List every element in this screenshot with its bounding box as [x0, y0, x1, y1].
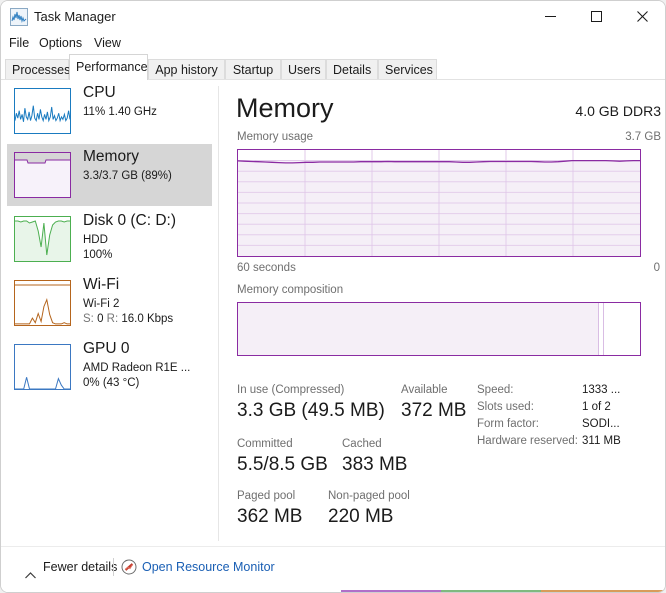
stat-value-committed: 5.5/8.5 GB [237, 454, 328, 475]
info-label-hardware-reserved: Hardware reserved: [477, 435, 578, 447]
memory-usage-chart [237, 149, 641, 257]
gpu-0-sparkline-icon [14, 344, 71, 390]
sidebar-item-detail: 3.3/3.7 GB (89%) [83, 170, 172, 182]
memory-usage-caption: Memory usage [237, 131, 314, 143]
sidebar-item-detail: S: 0 R: 16.0 Kbps [83, 313, 174, 325]
cpu-sparkline-icon [14, 88, 71, 134]
close-button[interactable] [619, 1, 665, 32]
disk-0-sparkline-icon [14, 216, 71, 262]
tab-strip: Processes Performance App history Startup Us… [1, 54, 665, 80]
page-title: Memory [236, 93, 334, 123]
composition-divider-a [597, 303, 599, 355]
sidebar-item-title: Memory [83, 148, 139, 165]
stat-value-in-use-compressed: 3.3 GB (49.5 MB) [237, 400, 385, 421]
composition-in-use-segment [238, 303, 598, 355]
tab-performance[interactable]: Performance [69, 54, 148, 80]
stat-value-available: 372 MB [401, 400, 467, 421]
resource-monitor-icon [121, 559, 137, 575]
memory-usage-max: 3.7 GB [625, 131, 661, 143]
tab-startup[interactable]: Startup [225, 59, 281, 80]
sidebar-item-title: GPU 0 [83, 340, 130, 357]
tab-services[interactable]: Services [378, 59, 437, 80]
stat-value-non-paged-pool: 220 MB [328, 506, 394, 527]
maximize-button[interactable] [573, 1, 619, 32]
stat-label-available: Available [401, 384, 448, 396]
accent-memory [341, 590, 441, 592]
info-value-speed: 1333 ... [582, 384, 621, 396]
sidebar-item-gpu-0[interactable]: GPU 0 AMD Radeon R1E ... 0% (43 °C) [7, 336, 212, 398]
title-bar: Task Manager [1, 1, 665, 33]
stat-value-paged-pool: 362 MB [237, 506, 303, 527]
axis-label-left: 60 seconds [237, 262, 296, 274]
stat-label-in-use-compressed: In use (Compressed) [237, 384, 345, 396]
memory-panel: Memory 4.0 GB DDR3 Memory usage 3.7 GB 6… [227, 87, 663, 542]
sidebar-item-detail: HDD [83, 234, 108, 246]
sidebar-item-disk-0[interactable]: Disk 0 (C: D:) HDD 100% [7, 208, 212, 270]
stat-value-cached: 383 MB [342, 454, 408, 475]
sidebar-item-title: Wi-Fi [83, 276, 120, 293]
minimize-button[interactable] [527, 1, 573, 32]
accent-disk [441, 590, 541, 592]
sidebar-item-detail: 0% (43 °C) [83, 377, 140, 389]
menu-item-file[interactable]: File [9, 33, 29, 53]
info-value-hardware-reserved: 311 MB [582, 435, 621, 447]
memory-sparkline-icon [14, 152, 71, 198]
open-resource-monitor-link[interactable]: Open Resource Monitor [142, 560, 275, 574]
axis-label-right: 0 [653, 262, 660, 274]
sidebar-item-cpu[interactable]: CPU 11% 1.40 GHz [7, 80, 212, 142]
info-label-form-factor: Form factor: [477, 418, 539, 430]
sidebar-item-detail: 100% [83, 249, 113, 261]
sidebar-item-detail: AMD Radeon R1E ... [83, 362, 191, 374]
tab-processes[interactable]: Processes [5, 59, 70, 80]
status-bar: Fewer details Open Resource Monitor [1, 546, 665, 592]
memory-hardware-summary: 4.0 GB DDR3 [575, 103, 661, 119]
menu-bar: File Options View [1, 33, 665, 53]
window-title: Task Manager [34, 9, 116, 24]
tab-app-history[interactable]: App history [148, 59, 225, 80]
info-value-form-factor: SODI... [582, 418, 620, 430]
memory-composition-bar [237, 302, 641, 356]
tab-users[interactable]: Users [281, 59, 326, 80]
info-value-slots-used: 1 of 2 [582, 401, 611, 413]
stat-label-paged-pool: Paged pool [237, 490, 296, 502]
composition-divider-b [602, 303, 604, 355]
status-divider [113, 558, 114, 576]
stat-label-committed: Committed [237, 438, 293, 450]
sidebar-item-wifi[interactable]: Wi-Fi Wi-Fi 2 S: 0 R: 16.0 Kbps [7, 272, 212, 334]
stat-label-non-paged-pool: Non-paged pool [328, 490, 410, 502]
chevron-up-icon[interactable] [25, 566, 36, 579]
info-label-speed: Speed: [477, 384, 514, 396]
menu-item-view[interactable]: View [94, 33, 121, 53]
accent-wifi [541, 590, 665, 592]
sidebar-item-title: CPU [83, 84, 116, 101]
sidebar-item-detail: Wi-Fi 2 [83, 298, 120, 310]
sidebar-divider [218, 86, 219, 541]
sidebar-item-detail: 11% 1.40 GHz [83, 106, 157, 118]
accent-left [1, 590, 341, 592]
task-manager-icon [10, 8, 28, 26]
stat-label-cached: Cached [342, 438, 382, 450]
sidebar-item-memory[interactable]: Memory 3.3/3.7 GB (89%) [7, 144, 212, 206]
task-manager-window: Task Manager File Options View Processes Pe… [0, 0, 666, 593]
menu-item-options[interactable]: Options [39, 33, 82, 53]
fewer-details-button[interactable]: Fewer details [43, 560, 117, 574]
sidebar-item-title: Disk 0 (C: D:) [83, 212, 176, 229]
resource-sidebar: CPU 11% 1.40 GHz Memory 3.3/3.7 GB (89%) Dis… [1, 80, 219, 548]
tab-details[interactable]: Details [326, 59, 378, 80]
memory-composition-caption: Memory composition [237, 284, 344, 296]
info-label-slots-used: Slots used: [477, 401, 534, 413]
wifi-sparkline-icon [14, 280, 71, 326]
